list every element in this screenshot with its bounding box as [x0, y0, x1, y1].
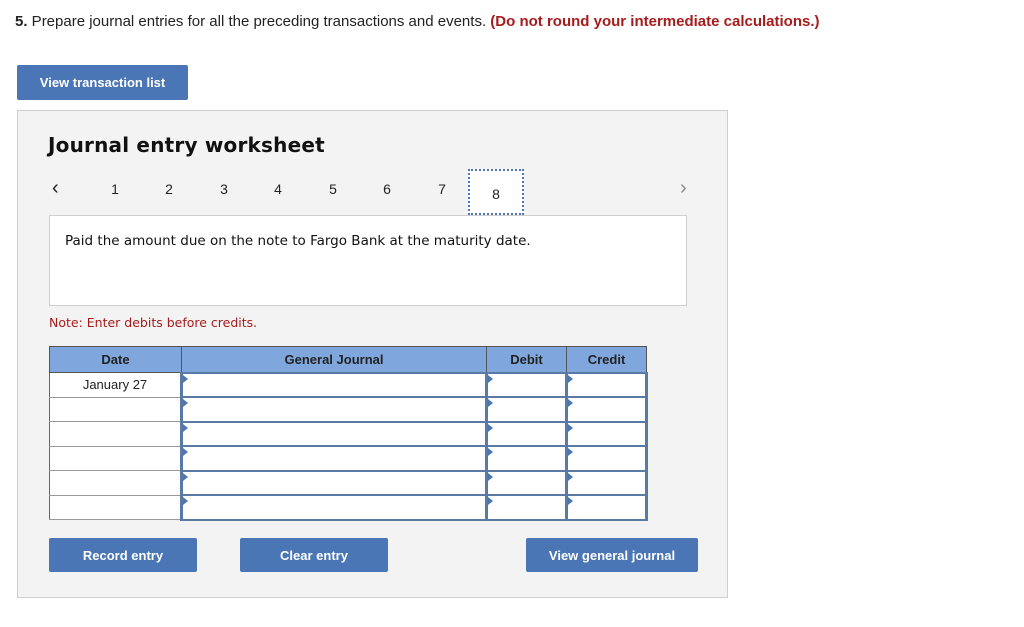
journal-table: Date General Journal Debit Credit Januar…: [49, 346, 648, 521]
clear-entry-button[interactable]: Clear entry: [240, 538, 388, 572]
credit-input[interactable]: [568, 471, 645, 494]
account-cell[interactable]: [180, 420, 488, 447]
account-cell[interactable]: [180, 494, 488, 521]
debit-input[interactable]: [488, 471, 565, 494]
page-7[interactable]: 7: [432, 181, 452, 197]
date-cell: [49, 445, 182, 471]
question-prompt: 5. Prepare journal entries for all the p…: [15, 13, 820, 30]
credit-cell[interactable]: [565, 420, 648, 447]
view-general-journal-button[interactable]: View general journal: [526, 538, 698, 572]
credit-cell[interactable]: [565, 396, 648, 423]
account-input[interactable]: [183, 398, 485, 421]
debit-cell[interactable]: [485, 371, 568, 398]
debit-input[interactable]: [488, 496, 565, 519]
date-cell: [49, 396, 182, 422]
table-row: [49, 396, 648, 423]
account-input[interactable]: [183, 447, 485, 470]
header-date: Date: [49, 346, 182, 373]
credit-input[interactable]: [568, 422, 645, 445]
view-transaction-list-button[interactable]: View transaction list: [17, 65, 188, 100]
account-cell[interactable]: [180, 371, 488, 398]
date-cell: [49, 470, 182, 496]
header-general-journal: General Journal: [181, 346, 487, 373]
account-cell[interactable]: [180, 445, 488, 472]
header-debit: Debit: [486, 346, 567, 373]
table-row: [49, 445, 648, 472]
header-credit: Credit: [566, 346, 647, 373]
credit-cell[interactable]: [565, 494, 648, 521]
worksheet-title: Journal entry worksheet: [48, 133, 325, 157]
credit-input[interactable]: [568, 373, 645, 396]
transaction-description-box: Paid the amount due on the note to Fargo…: [49, 215, 687, 306]
transaction-description: Paid the amount due on the note to Fargo…: [65, 233, 531, 249]
account-input[interactable]: [183, 496, 485, 519]
credit-input[interactable]: [568, 398, 645, 421]
account-cell[interactable]: [180, 396, 488, 423]
rounding-warning: (Do not round your intermediate calculat…: [490, 13, 820, 30]
journal-entry-worksheet: Journal entry worksheet ‹ 1 2 3 4 5 6 7 …: [17, 110, 728, 598]
table-row: [49, 469, 648, 496]
page-6[interactable]: 6: [377, 181, 397, 197]
table-row: [49, 420, 648, 447]
worksheet-pager: ‹ 1 2 3 4 5 6 7 8 ›: [18, 169, 729, 215]
debit-cell[interactable]: [485, 469, 568, 496]
debit-cell[interactable]: [485, 420, 568, 447]
page-4[interactable]: 4: [268, 181, 288, 197]
page-2[interactable]: 2: [159, 181, 179, 197]
account-input[interactable]: [183, 422, 485, 445]
page-3[interactable]: 3: [214, 181, 234, 197]
debit-input[interactable]: [488, 373, 565, 396]
page-1[interactable]: 1: [105, 181, 125, 197]
debit-cell[interactable]: [485, 494, 568, 521]
chevron-right-icon[interactable]: ›: [680, 177, 687, 200]
debit-input[interactable]: [488, 398, 565, 421]
chevron-left-icon[interactable]: ‹: [52, 177, 59, 200]
question-text: Prepare journal entries for all the prec…: [27, 13, 491, 30]
table-row: January 27: [49, 371, 648, 398]
debit-input[interactable]: [488, 422, 565, 445]
credit-cell[interactable]: [565, 445, 648, 472]
account-input[interactable]: [183, 471, 485, 494]
date-cell: January 27: [49, 372, 182, 398]
date-cell: [49, 421, 182, 447]
credit-input[interactable]: [568, 447, 645, 470]
credit-cell[interactable]: [565, 469, 648, 496]
credit-input[interactable]: [568, 496, 645, 519]
account-input[interactable]: [183, 373, 485, 396]
date-cell: [49, 494, 182, 520]
credit-cell[interactable]: [565, 371, 648, 398]
debit-credit-note: Note: Enter debits before credits.: [49, 315, 258, 330]
page-8-active[interactable]: 8: [468, 169, 524, 215]
debit-input[interactable]: [488, 447, 565, 470]
page-5[interactable]: 5: [323, 181, 343, 197]
table-header-row: Date General Journal Debit Credit: [49, 346, 647, 373]
account-cell[interactable]: [180, 469, 488, 496]
debit-cell[interactable]: [485, 396, 568, 423]
question-number: 5.: [15, 13, 28, 30]
table-row: [49, 494, 648, 521]
debit-cell[interactable]: [485, 445, 568, 472]
record-entry-button[interactable]: Record entry: [49, 538, 197, 572]
